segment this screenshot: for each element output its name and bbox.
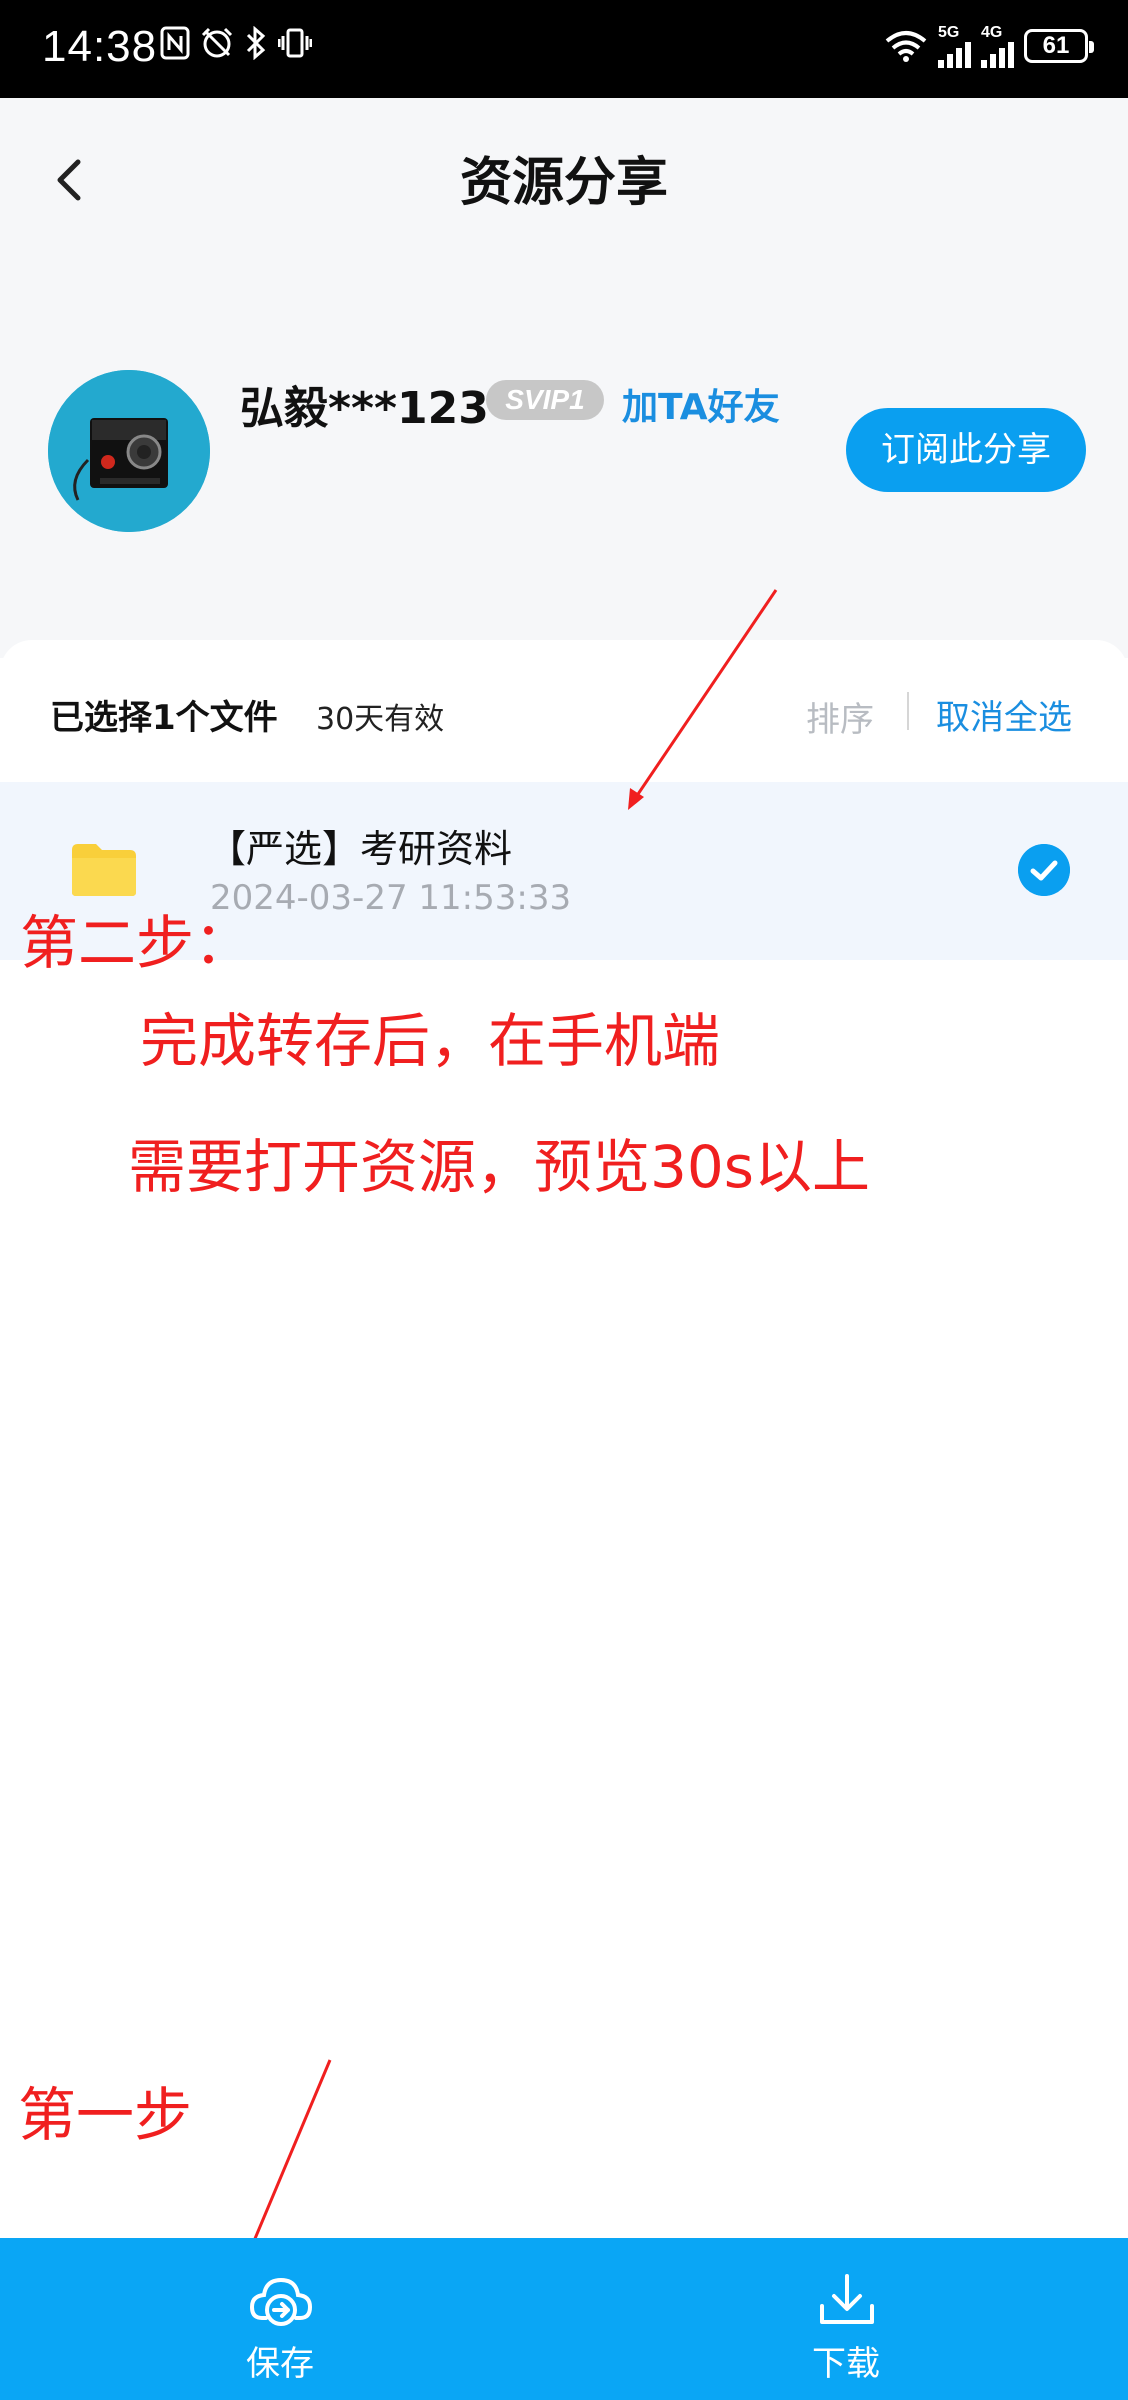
cloud-save-icon bbox=[250, 2277, 312, 2326]
download-label: 下载 bbox=[812, 2344, 880, 2384]
annotation-step2-line2: 需要打开资源，预览30s以上 bbox=[128, 1133, 871, 1201]
download-button[interactable]: 下载 bbox=[746, 2238, 946, 2400]
annotation-step2-line1: 完成转存后，在手机端 bbox=[140, 1007, 721, 1075]
download-icon bbox=[820, 2274, 874, 2324]
save-button[interactable]: 保存 bbox=[180, 2238, 380, 2400]
annotation-step1-title: 第一步 bbox=[18, 2081, 193, 2149]
annotation-step2-title: 第二步： bbox=[20, 909, 253, 977]
bottom-action-bar bbox=[0, 2238, 1128, 2400]
save-label: 保存 bbox=[246, 2344, 314, 2384]
